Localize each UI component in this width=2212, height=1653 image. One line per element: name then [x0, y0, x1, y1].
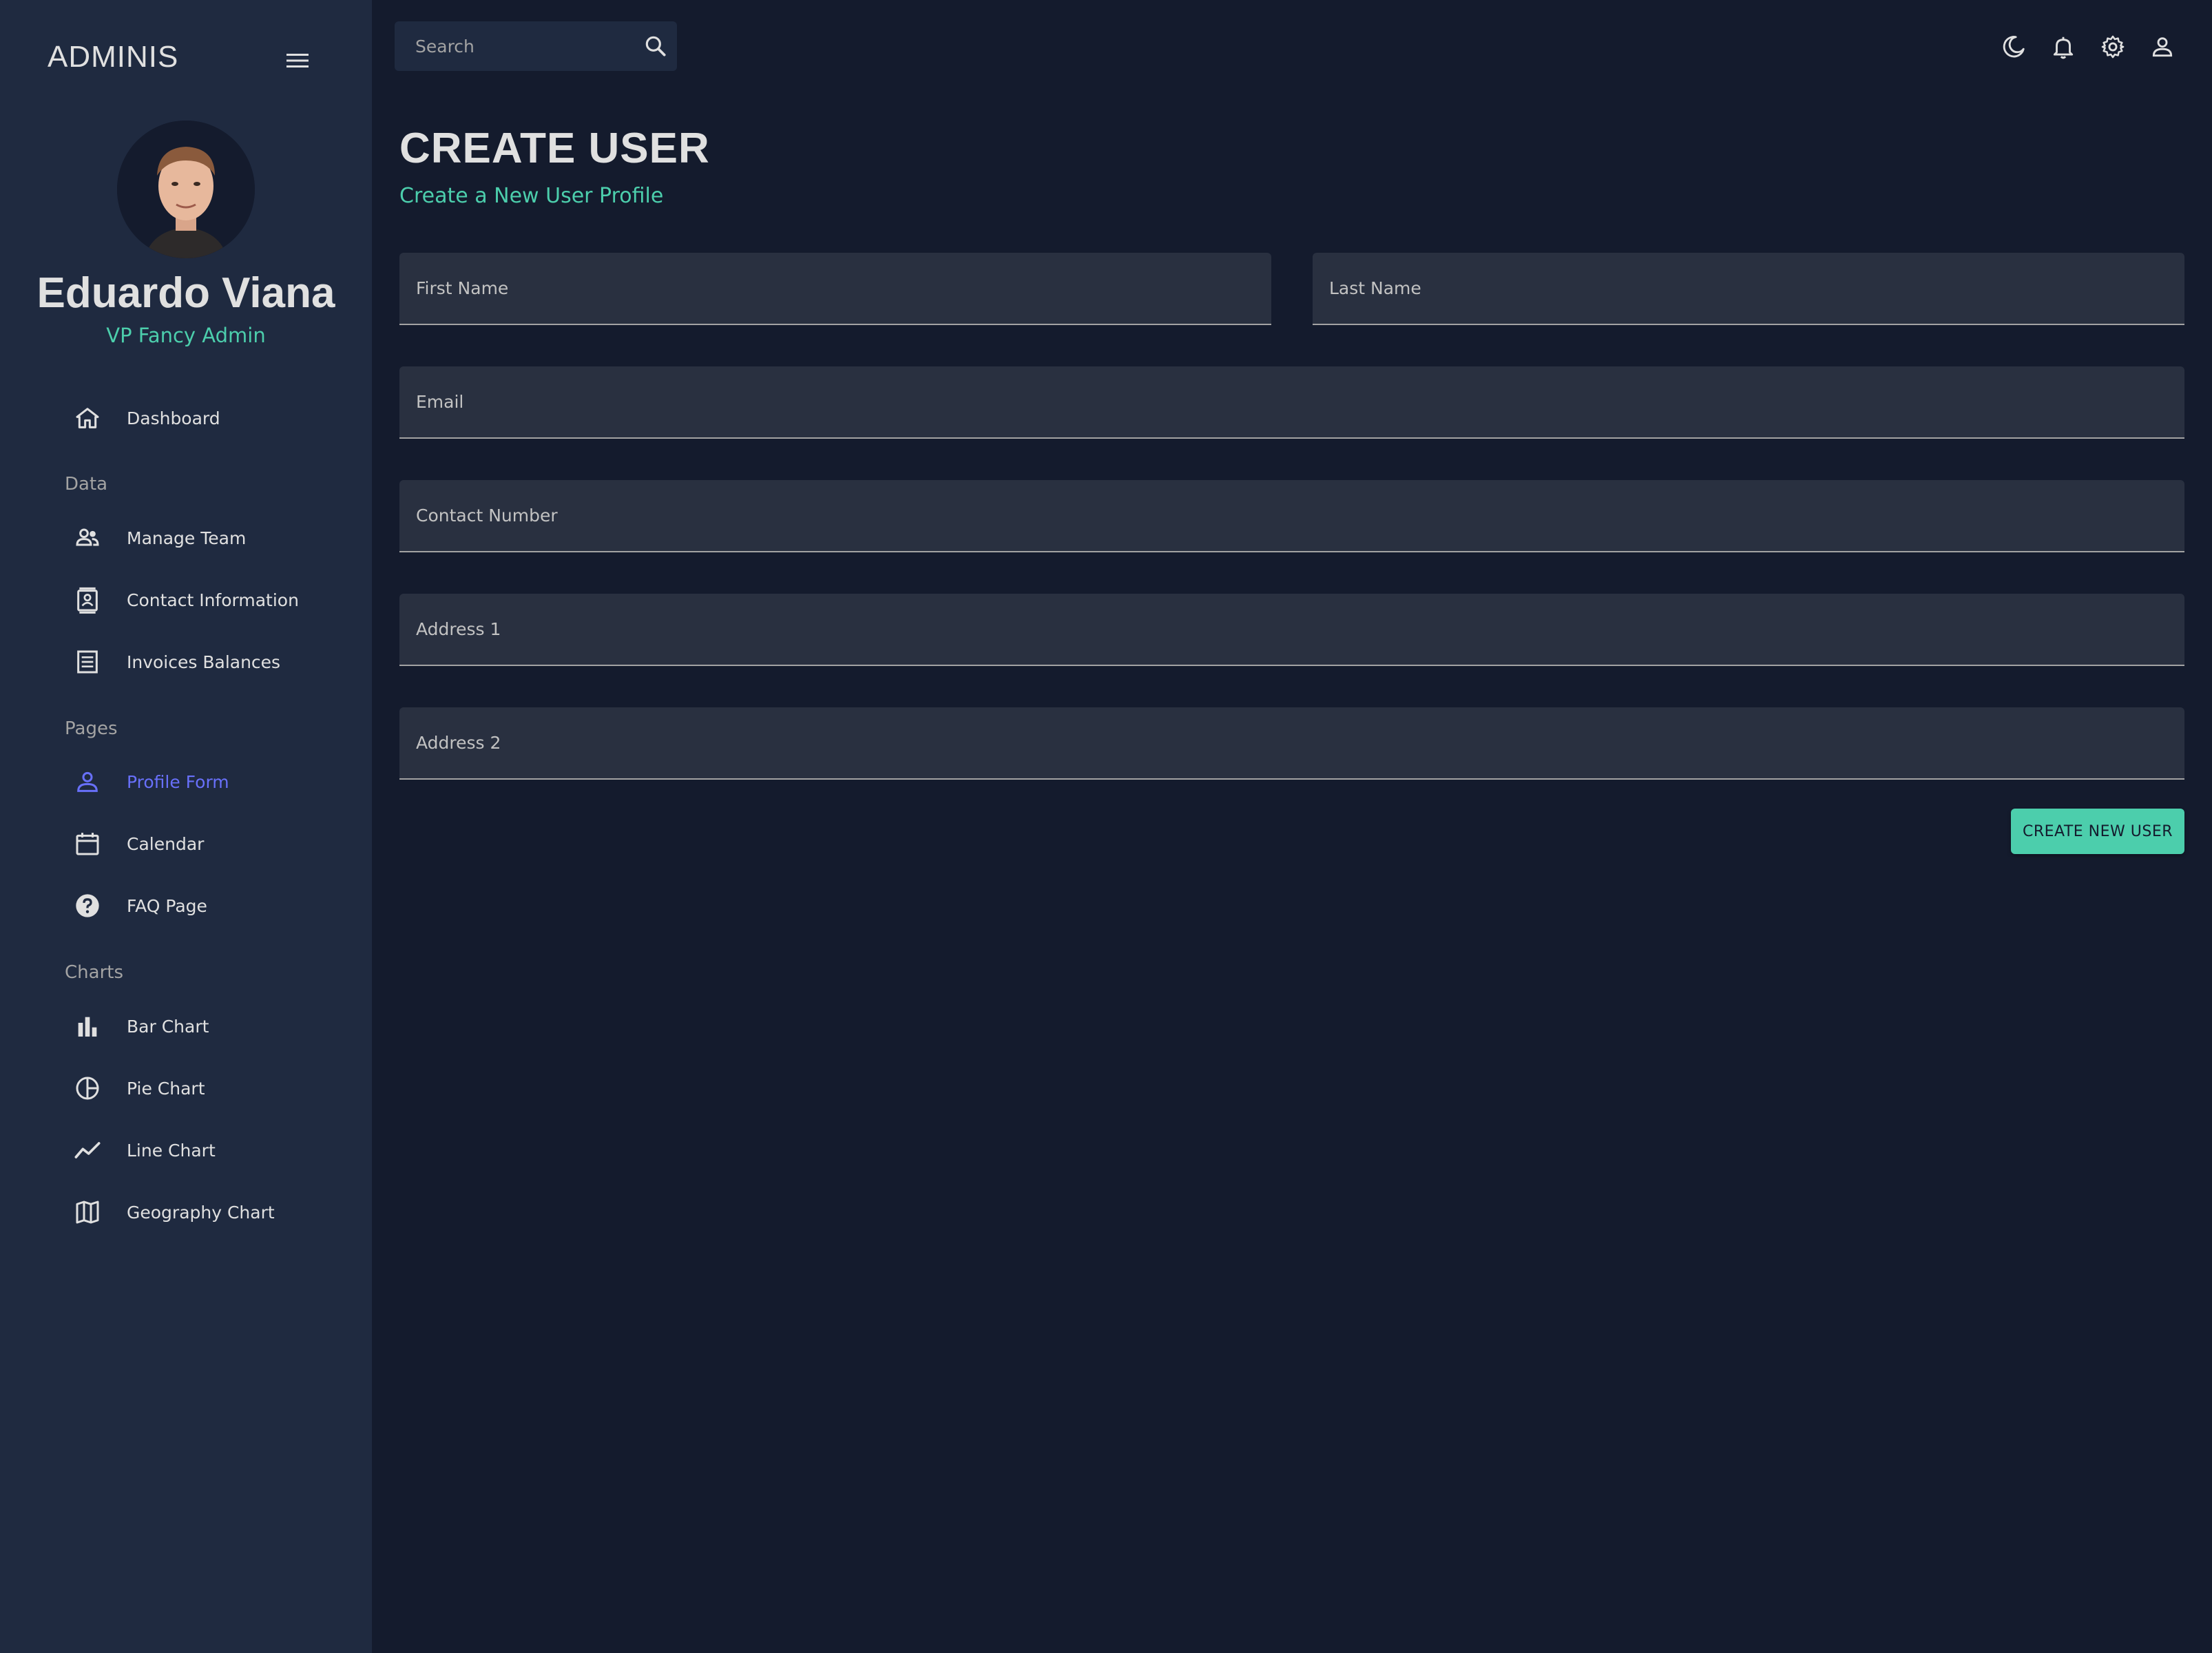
- sidebar-item-geography-chart[interactable]: Geography Chart: [69, 1192, 275, 1233]
- home-icon: [69, 399, 106, 437]
- theme-toggle-button[interactable]: [1989, 26, 2038, 67]
- pie-chart-icon: [69, 1070, 106, 1107]
- sidebar-item-label: Manage Team: [127, 528, 247, 548]
- sidebar-item-bar-chart[interactable]: Bar Chart: [69, 1006, 209, 1047]
- section-label-charts: Charts: [65, 962, 123, 983]
- sidebar-item-line-chart[interactable]: Line Chart: [69, 1130, 216, 1171]
- settings-button[interactable]: [2088, 26, 2138, 67]
- search-button[interactable]: [634, 21, 677, 71]
- topbar-actions: [1989, 26, 2187, 67]
- user-name: Eduardo Viana: [36, 269, 335, 317]
- app-root: ADMINIS Eduardo Viana VP Fancy Admin Das…: [0, 0, 2212, 1653]
- first-name-input[interactable]: [399, 253, 1271, 324]
- bar-chart-icon: [69, 1008, 106, 1045]
- email-input[interactable]: [399, 366, 2184, 437]
- sidebar-item-label: Invoices Balances: [127, 652, 281, 672]
- sidebar-item-label: FAQ Page: [127, 895, 207, 916]
- notifications-button[interactable]: [2038, 26, 2088, 67]
- sidebar-item-label: Line Chart: [127, 1140, 216, 1161]
- sidebar-item-label: Dashboard: [127, 408, 220, 428]
- search-bar: [395, 21, 677, 71]
- sidebar-item-pie-chart[interactable]: Pie Chart: [69, 1068, 205, 1109]
- bell-icon: [2053, 37, 2074, 59]
- section-label-data: Data: [65, 474, 108, 495]
- sidebar-item-label: Contact Information: [127, 590, 299, 610]
- menu-toggle-button[interactable]: [284, 50, 311, 72]
- sidebar-item-profile-form[interactable]: Profile Form: [69, 761, 229, 802]
- brand-logo: ADMINIS: [48, 40, 179, 74]
- avatar[interactable]: [117, 121, 255, 258]
- person-icon: [69, 763, 106, 800]
- profile-button[interactable]: [2138, 26, 2187, 67]
- line-chart-icon: [69, 1132, 106, 1169]
- user-role: VP Fancy Admin: [106, 324, 266, 347]
- search-icon: [645, 36, 666, 56]
- sidebar-item-label: Bar Chart: [127, 1016, 209, 1037]
- address-2-input[interactable]: [399, 707, 2184, 778]
- sidebar: ADMINIS Eduardo Viana VP Fancy Admin Das…: [0, 0, 372, 1653]
- sidebar-item-label: Calendar: [127, 833, 205, 854]
- search-input[interactable]: [395, 21, 634, 71]
- page-title: CREATE USER: [399, 125, 710, 172]
- person-icon: [2152, 37, 2173, 57]
- first-name-field: [399, 253, 1271, 325]
- hamburger-icon: [286, 54, 309, 67]
- sidebar-item-manage-team[interactable]: Manage Team: [69, 517, 246, 559]
- receipt-icon: [69, 643, 106, 680]
- address-2-field: [399, 707, 2184, 780]
- sidebar-item-label: Pie Chart: [127, 1078, 205, 1099]
- sidebar-item-contact-information[interactable]: Contact Information: [69, 579, 299, 621]
- sidebar-item-label: Geography Chart: [127, 1202, 275, 1223]
- address-1-input[interactable]: [399, 594, 2184, 665]
- moon-icon: [2003, 36, 2025, 58]
- contact-number-field: [399, 480, 2184, 552]
- last-name-field: [1313, 253, 2184, 325]
- contacts-icon: [69, 581, 106, 618]
- page-subtitle: Create a New User Profile: [399, 184, 664, 208]
- sidebar-item-dashboard[interactable]: Dashboard: [69, 397, 220, 439]
- user-avatar-image: [117, 121, 255, 258]
- help-icon: [69, 887, 106, 924]
- gear-icon: [2101, 35, 2125, 59]
- sidebar-item-label: Profile Form: [127, 771, 229, 792]
- sidebar-item-calendar[interactable]: Calendar: [69, 823, 204, 864]
- create-new-user-button[interactable]: CREATE NEW USER: [2011, 809, 2184, 854]
- contact-number-input[interactable]: [399, 480, 2184, 551]
- sidebar-item-invoices-balances[interactable]: Invoices Balances: [69, 641, 280, 683]
- last-name-input[interactable]: [1313, 253, 2184, 324]
- email-field: [399, 366, 2184, 439]
- map-icon: [69, 1194, 106, 1231]
- section-label-pages: Pages: [65, 718, 118, 739]
- sidebar-item-faq-page[interactable]: FAQ Page: [69, 885, 207, 926]
- calendar-icon: [69, 825, 106, 862]
- people-icon: [69, 519, 106, 557]
- address-1-field: [399, 594, 2184, 666]
